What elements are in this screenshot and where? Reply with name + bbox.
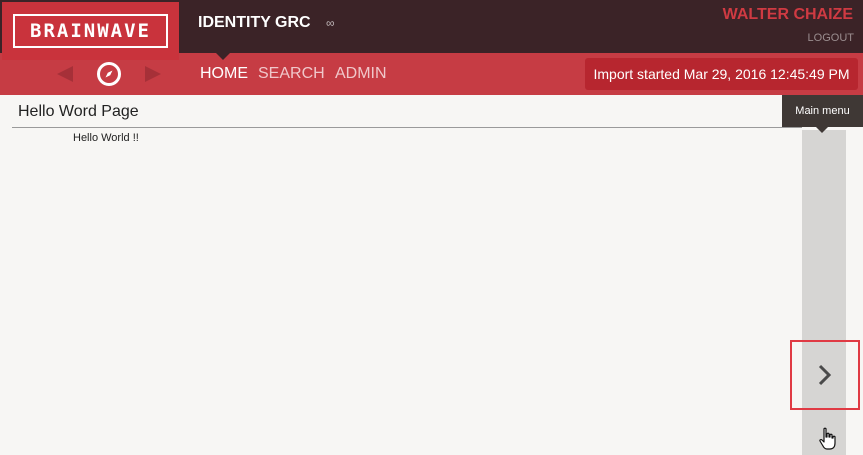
- user-name[interactable]: WALTER CHAIZE: [723, 6, 853, 24]
- app-title: IDENTITY GRC: [198, 14, 311, 31]
- compass-icon[interactable]: [97, 62, 121, 86]
- back-arrow-icon[interactable]: [57, 66, 73, 82]
- tooltip-arrow-icon: [816, 127, 828, 133]
- logo-frame: BRAINWAVE: [13, 14, 168, 48]
- title-divider: [12, 127, 802, 128]
- nav-admin[interactable]: ADMIN: [335, 65, 387, 83]
- logout-link[interactable]: LOGOUT: [808, 32, 854, 44]
- active-caret-icon: [216, 53, 230, 60]
- nav-search[interactable]: SEARCH: [258, 65, 325, 83]
- chevron-right-icon: [818, 364, 832, 386]
- forward-arrow-icon[interactable]: [145, 66, 161, 82]
- main-menu-tooltip: Main menu: [782, 95, 863, 127]
- page-body-text: Hello World !!: [73, 132, 139, 144]
- main-menu-toggle-button[interactable]: [790, 340, 860, 410]
- import-status-badge[interactable]: Import started Mar 29, 2016 12:45:49 PM: [585, 58, 858, 90]
- hand-pointer-icon: [819, 427, 836, 450]
- logo-text: BRAINWAVE: [30, 20, 151, 42]
- page-title: Hello Word Page: [18, 103, 139, 120]
- nav-home[interactable]: HOME: [200, 65, 248, 83]
- link-icon[interactable]: ∞: [326, 16, 335, 30]
- brand-logo[interactable]: BRAINWAVE: [2, 2, 179, 60]
